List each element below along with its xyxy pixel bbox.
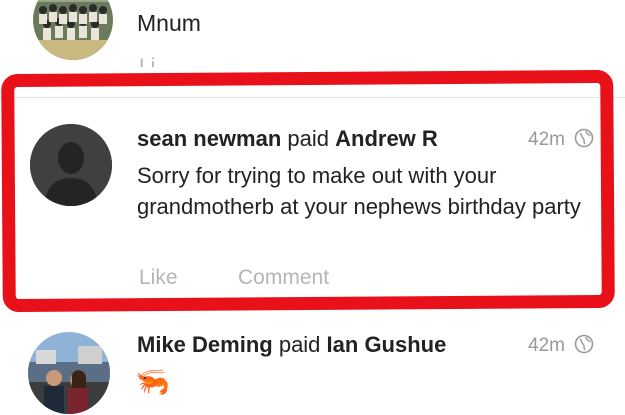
- verb-label-bottom: paid: [278, 332, 321, 357]
- timestamp-main: 42m: [528, 128, 594, 151]
- time-label-bottom: 42m: [528, 335, 565, 356]
- time-label: 42m: [528, 129, 565, 150]
- avatar-couple-photo[interactable]: [28, 332, 110, 414]
- avatar-group-photo[interactable]: [33, 0, 113, 60]
- feed-item-top: Mnum Li: [0, 0, 625, 68]
- feed-item-main: sean newman paid Andrew R 42m Sorry for …: [0, 98, 625, 298]
- timestamp-bottom: 42m: [528, 334, 594, 357]
- target-name[interactable]: Andrew R: [335, 126, 438, 151]
- payment-note: Sorry for trying to make out with your g…: [137, 163, 581, 219]
- actor-name-bottom[interactable]: Mike Deming: [137, 332, 273, 357]
- target-name-bottom[interactable]: Ian Gushue: [327, 332, 447, 357]
- actor-name[interactable]: sean newman: [137, 126, 281, 151]
- default-person-icon: [30, 124, 112, 206]
- globe-icon: [574, 128, 594, 148]
- comment-button[interactable]: Comment: [238, 266, 329, 290]
- verb-label: paid: [287, 126, 329, 151]
- like-button-top-partial[interactable]: Li: [139, 54, 155, 67]
- couple-photo-image: [28, 332, 110, 414]
- group-photo-image: [33, 0, 113, 60]
- payment-headline-main: sean newman paid Andrew R: [137, 126, 438, 152]
- shrimp-emoji: 🦐: [135, 366, 170, 397]
- like-button[interactable]: Like: [139, 266, 178, 290]
- actor-name-top[interactable]: Mnum: [137, 10, 201, 37]
- feed-item-bottom: Mike Deming paid Ian Gushue 42m 🦐: [0, 310, 625, 415]
- globe-icon: [574, 334, 594, 354]
- payment-headline-bottom: Mike Deming paid Ian Gushue: [137, 332, 446, 358]
- avatar-default[interactable]: [30, 124, 112, 206]
